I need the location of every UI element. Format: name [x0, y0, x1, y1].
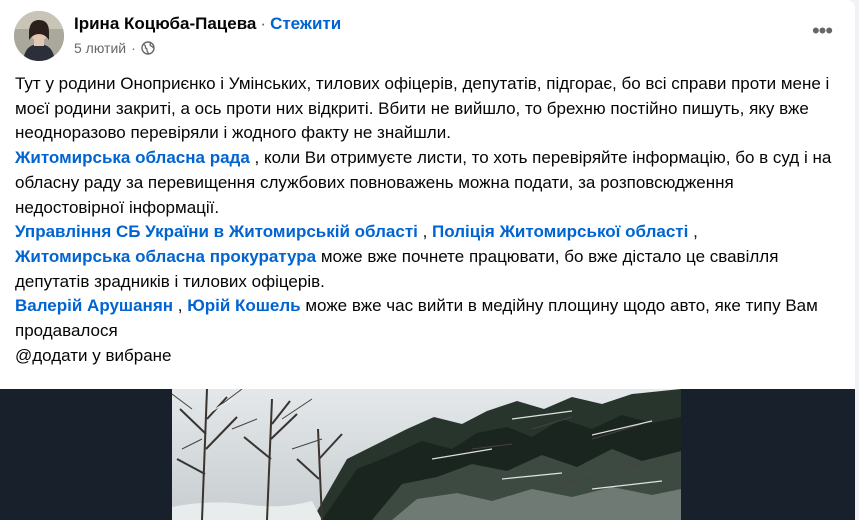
- separator-dot: ·: [260, 14, 267, 33]
- mention-zhytomyr-prosecutor[interactable]: Житомирська обласна прокуратура: [15, 247, 316, 266]
- comma: ,: [417, 222, 433, 242]
- meta-separator: ·: [131, 40, 136, 56]
- paragraph-3: Управління СБ України в Житомирській обл…: [15, 220, 841, 294]
- winter-forest-image: [172, 389, 681, 520]
- more-options-icon[interactable]: •••: [809, 20, 835, 42]
- paragraph-1: Тут у родини Оноприєнко і Умінських, тил…: [15, 74, 830, 143]
- avatar[interactable]: [14, 11, 64, 61]
- profile-photo: [14, 11, 64, 61]
- post-timestamp[interactable]: 5 лютий: [74, 39, 126, 57]
- author-name[interactable]: Ірина Коцюба-Пацева: [74, 14, 256, 33]
- mention-zhytomyr-regional-council[interactable]: Житомирська обласна рада: [15, 148, 250, 167]
- author-line: Ірина Коцюба-Пацева · Стежити: [74, 13, 341, 35]
- follow-button[interactable]: Стежити: [270, 14, 341, 33]
- post-media: [0, 389, 855, 520]
- mention-police-zhytomyr[interactable]: Поліція Житомирської області: [432, 222, 688, 241]
- globe-icon[interactable]: [141, 41, 155, 55]
- comma: ,: [173, 296, 188, 316]
- post-meta: 5 лютий ·: [74, 39, 155, 57]
- comma: ,: [688, 222, 698, 242]
- post-text: Тут у родини Оноприєнко і Умінських, тил…: [15, 72, 841, 368]
- mention-sbu-zhytomyr[interactable]: Управління СБ України в Житомирській обл…: [15, 222, 418, 241]
- post-header: Ірина Коцюба-Пацева · Стежити 5 лютий · ••…: [14, 11, 841, 61]
- mention-yurii-koshel[interactable]: Юрій Кошель: [187, 296, 300, 315]
- post-card: Ірина Коцюба-Пацева · Стежити 5 лютий · ••…: [0, 0, 855, 520]
- mention-valerii-arushanian[interactable]: Валерій Арушанян: [15, 296, 173, 315]
- paragraph-4: Валерій Арушанян , Юрій Кошель може вже …: [15, 294, 841, 343]
- paragraph-5: @додати у вибране: [15, 345, 172, 365]
- post-photo[interactable]: [172, 389, 681, 520]
- paragraph-2: Житомирська обласна рада , коли Ви отрим…: [15, 146, 841, 220]
